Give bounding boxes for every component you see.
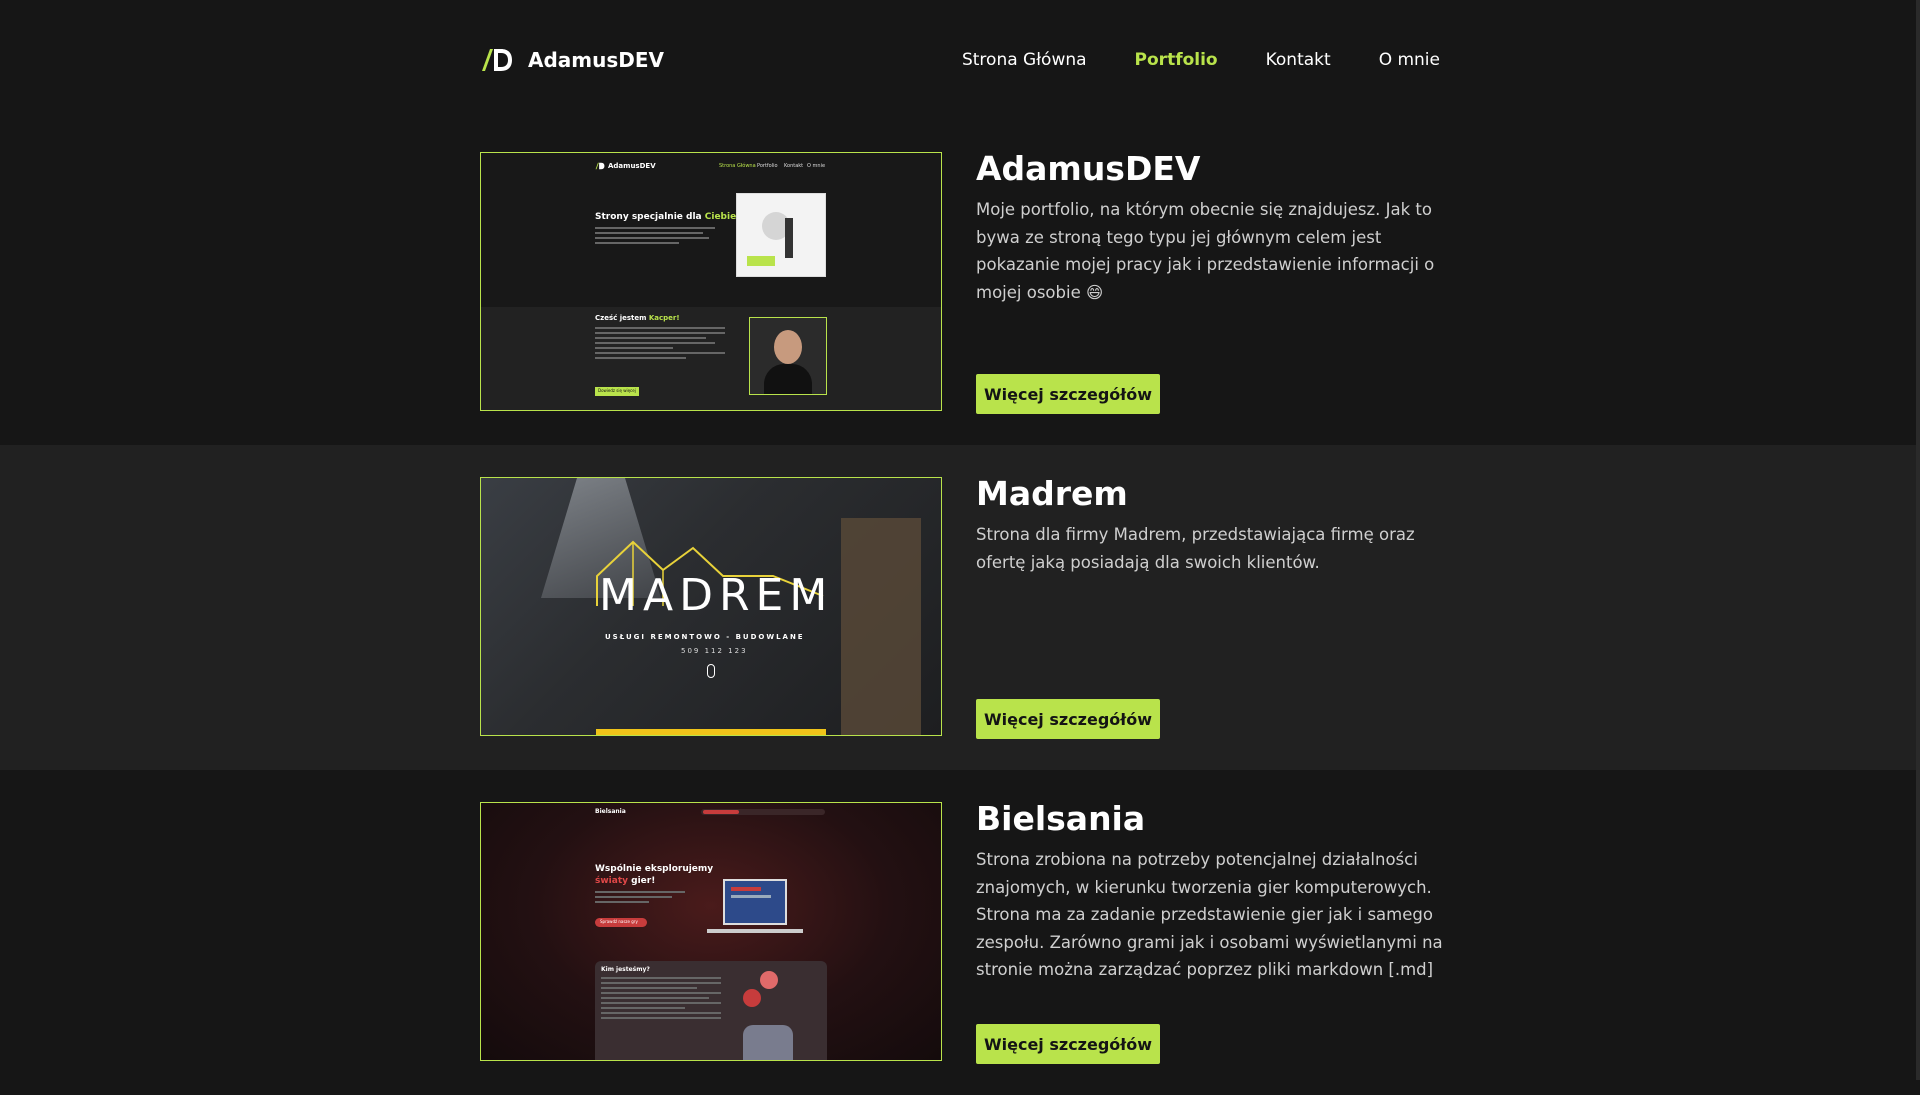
preview-computer-illustration: [723, 879, 787, 925]
preview-about: Cześć jestem Kacper! Dowiedz się więcej: [481, 307, 941, 410]
preview-hero-title: Strony specjalnie dla Ciebie: [595, 212, 737, 222]
details-button[interactable]: Więcej szczegółów: [976, 1024, 1160, 1064]
logo-icon: [595, 162, 605, 170]
brand-name: AdamusDEV: [528, 48, 665, 72]
preview-illustration: [736, 193, 826, 277]
project-info: AdamusDEV Moje portfolio, na którym obec…: [976, 148, 1446, 306]
preview-text-lines: [595, 327, 725, 362]
project-description: Strona dla firmy Madrem, przedstawiająca…: [976, 525, 1415, 572]
madrem-tagline: USŁUGI REMONTOWO - BUDOWLANE: [605, 633, 805, 641]
project-info: Bielsania Strona zrobiona na potrzeby po…: [976, 798, 1446, 984]
preview-about-title: Cześć jestem Kacper!: [595, 314, 680, 322]
preview-avatar: [749, 317, 827, 395]
site-header: AdamusDEV Strona Główna Portfolio Kontak…: [480, 40, 1440, 80]
project-thumbnail[interactable]: MADREM USŁUGI REMONTOWO - BUDOWLANE 509 …: [480, 477, 942, 736]
project-madrem: MADREM USŁUGI REMONTOWO - BUDOWLANE 509 …: [0, 445, 1920, 770]
preview-bottom-bar: [596, 729, 826, 735]
project-title: Madrem: [976, 474, 1128, 513]
preview-desk: [707, 929, 803, 933]
project-bielsania: Bielsania Wspólnie eksplorujemy światy g…: [0, 770, 1920, 1095]
preview-nav-item: Strona Główna: [719, 163, 756, 169]
page: AdamusDEV Strona Główna Portfolio Kontak…: [0, 0, 1920, 1095]
preview-button: Sprawdź nasze gry: [595, 918, 647, 927]
preview-hero: AdamusDEV Strona Główna Portfolio Kontak…: [481, 153, 941, 307]
project-info: Madrem Strona dla firmy Madrem, przedsta…: [976, 473, 1446, 576]
preview-brand: AdamusDEV: [608, 162, 656, 170]
preview-nav-item: O mnie: [807, 163, 826, 169]
preview-wardrobe: [841, 518, 921, 735]
thumbnail-preview: MADREM USŁUGI REMONTOWO - BUDOWLANE 509 …: [481, 478, 941, 735]
scroll-indicator-icon: [707, 664, 715, 678]
preview-brand: Bielsania: [595, 808, 626, 815]
scrollbar[interactable]: [1916, 0, 1920, 1080]
logo[interactable]: AdamusDEV: [480, 47, 664, 73]
project-thumbnail[interactable]: Bielsania Wspólnie eksplorujemy światy g…: [480, 802, 942, 1061]
thumbnail-preview: AdamusDEV Strona Główna Portfolio Kontak…: [481, 153, 941, 410]
thumbnail-preview: Bielsania Wspólnie eksplorujemy światy g…: [481, 803, 941, 1060]
preview-nav-item: Kontakt: [784, 163, 804, 169]
preview-hero-title: Wspólnie eksplorujemy: [595, 864, 714, 874]
project-thumbnail[interactable]: AdamusDEV Strona Główna Portfolio Kontak…: [480, 152, 942, 411]
details-button[interactable]: Więcej szczegółów: [976, 699, 1160, 739]
preview-hero-title-2: światy gier!: [595, 876, 656, 886]
project-title: Bielsania: [976, 799, 1146, 838]
madrem-logo: MADREM: [599, 570, 834, 621]
nav-home[interactable]: Strona Główna: [962, 50, 1087, 70]
logo-icon: [482, 49, 512, 71]
preview-nav-item: Portfolio: [757, 163, 778, 169]
preview-nav: [701, 809, 825, 815]
details-button[interactable]: Więcej szczegółów: [976, 374, 1160, 414]
nav-portfolio[interactable]: Portfolio: [1135, 50, 1218, 70]
preview-text-lines: [595, 227, 715, 247]
preview-button: Dowiedz się więcej: [595, 387, 639, 396]
preview-text-lines: [595, 891, 685, 906]
main-nav: Strona Główna Portfolio Kontakt O mnie: [962, 50, 1440, 70]
project-adamusdev: AdamusDEV Strona Główna Portfolio Kontak…: [0, 120, 1920, 445]
nav-about[interactable]: O mnie: [1379, 50, 1440, 70]
preview-about-card: Kim jesteśmy?: [595, 961, 827, 1060]
project-title: AdamusDEV: [976, 149, 1201, 188]
madrem-phone: 509 112 123: [681, 647, 748, 655]
project-description: Moje portfolio, na którym obecnie się zn…: [976, 200, 1435, 302]
nav-contact[interactable]: Kontakt: [1266, 50, 1331, 70]
project-description: Strona zrobiona na potrzeby potencjalnej…: [976, 850, 1443, 979]
